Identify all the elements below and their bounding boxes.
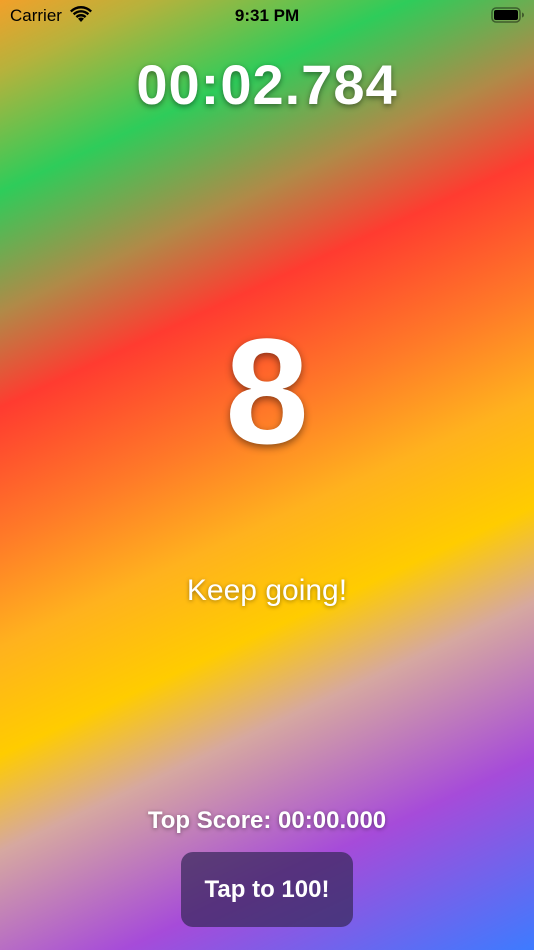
tap-button[interactable]: Tap to 100! — [181, 852, 353, 927]
status-bar: Carrier 9:31 PM — [0, 0, 534, 30]
status-message: Keep going! — [186, 574, 348, 607]
elapsed-timer: 00:02.784 — [136, 53, 398, 116]
top-score-label: Top Score: 00:00.000 — [147, 807, 387, 834]
status-time: 9:31 PM — [234, 6, 300, 25]
battery-icon — [491, 7, 524, 23]
tap-count: 8 — [225, 307, 309, 475]
